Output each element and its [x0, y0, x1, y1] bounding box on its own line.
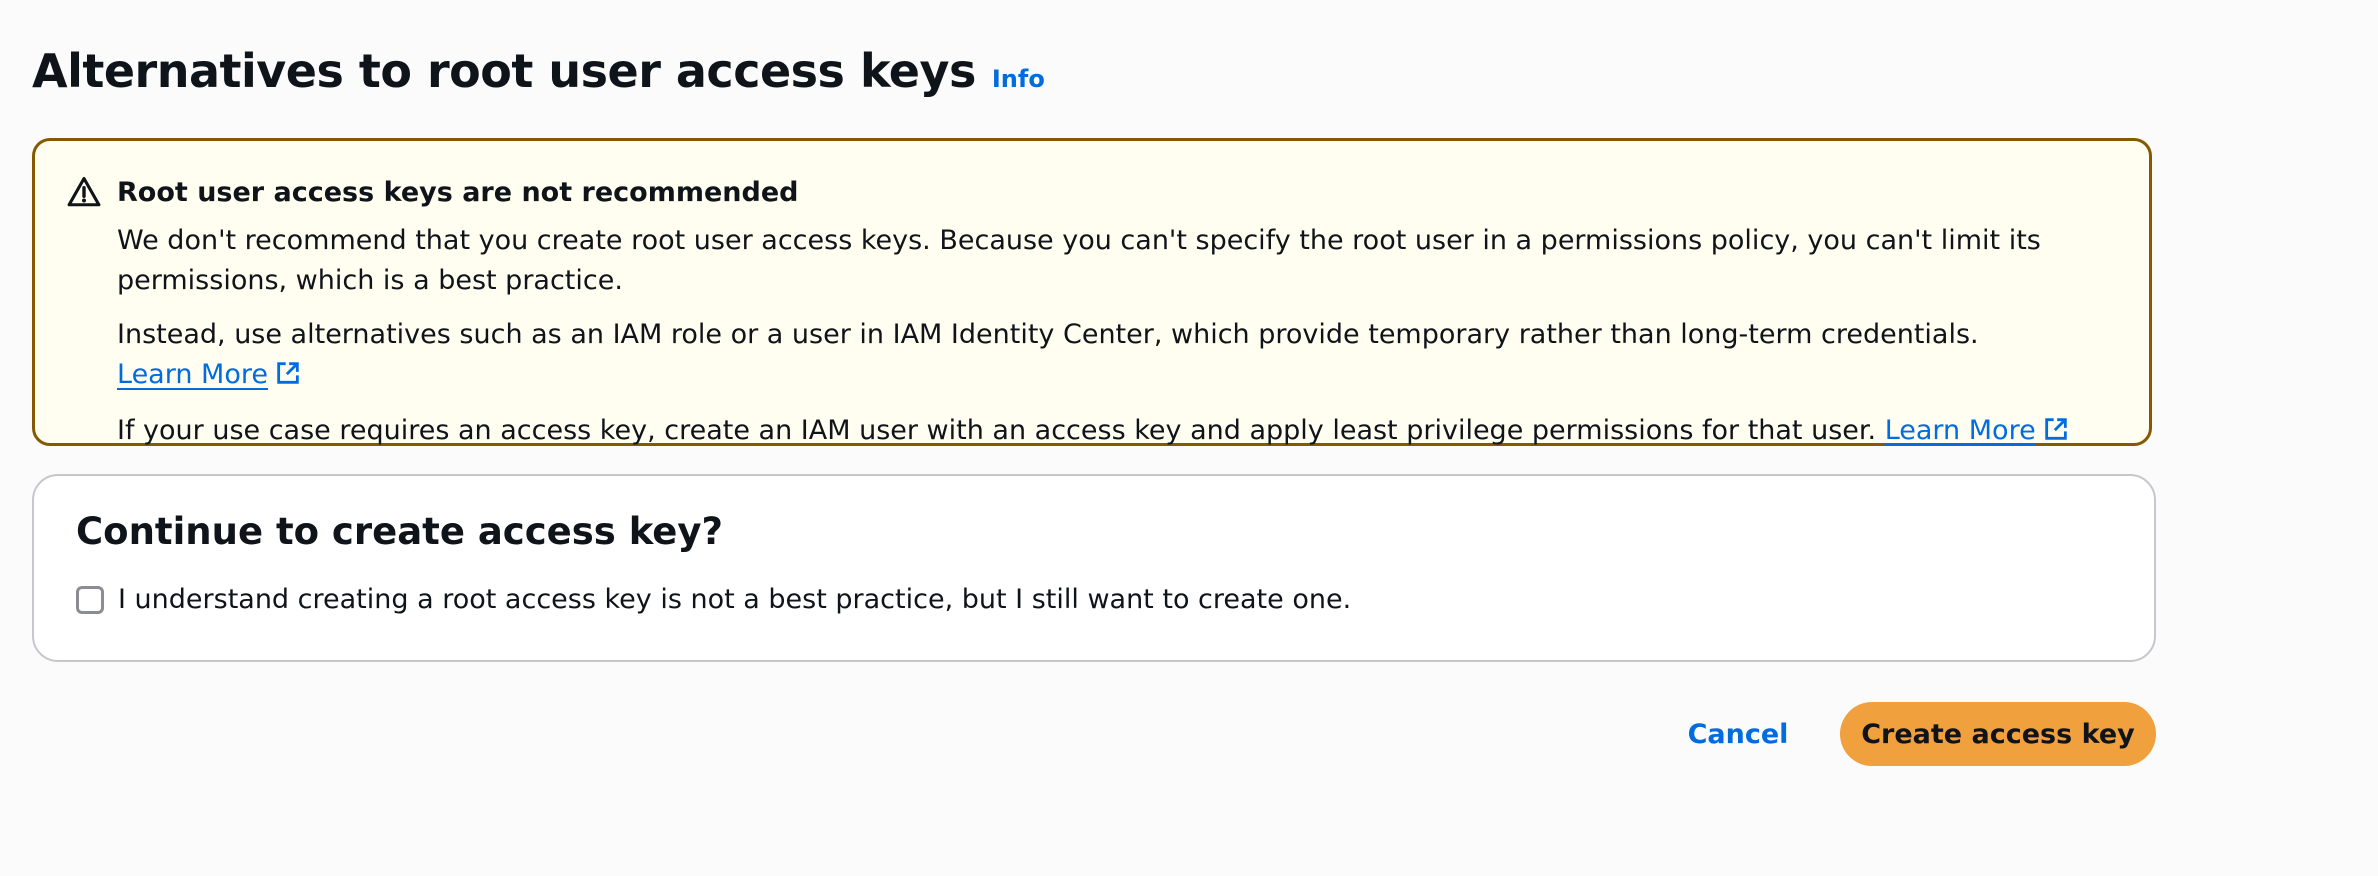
confirm-checkbox[interactable]: [76, 585, 104, 614]
alert-paragraph-3-text: If your use case requires an access key,…: [117, 415, 1877, 446]
learn-more-link-iam-user[interactable]: Learn More: [1885, 415, 2070, 446]
learn-more-link-identity-center[interactable]: Learn More: [117, 359, 302, 390]
alert-body: Root user access keys are not recommende…: [117, 175, 2089, 467]
alert-paragraph-1: We don't recommend that you create root …: [117, 225, 2041, 296]
alert-paragraph-2: Instead, use alternatives such as an IAM…: [117, 315, 2089, 395]
confirm-checkbox-label[interactable]: I understand creating a root access key …: [118, 584, 1351, 615]
page: Alternatives to root user access keys In…: [0, 0, 2378, 876]
alert-paragraph-2-text: Instead, use alternatives such as an IAM…: [117, 319, 1979, 350]
confirm-checkbox-row[interactable]: I understand creating a root access key …: [76, 584, 1351, 615]
warning-icon: [67, 176, 101, 207]
create-access-key-button[interactable]: Create access key: [1840, 702, 2156, 766]
alert-heading: Root user access keys are not recommende…: [117, 177, 799, 208]
external-link-icon: [2044, 418, 2067, 440]
info-link[interactable]: Info: [992, 65, 1045, 93]
page-header: Alternatives to root user access keys In…: [32, 44, 1045, 98]
alert-paragraph-3: If your use case requires an access key,…: [117, 411, 2089, 451]
cancel-button[interactable]: Cancel: [1668, 702, 1808, 766]
page-title: Alternatives to root user access keys: [32, 44, 976, 98]
confirm-container: Continue to create access key? I underst…: [32, 474, 2156, 662]
confirm-title: Continue to create access key?: [76, 510, 723, 553]
external-link-icon: [277, 362, 299, 384]
warning-alert: Root user access keys are not recommende…: [32, 138, 2152, 446]
